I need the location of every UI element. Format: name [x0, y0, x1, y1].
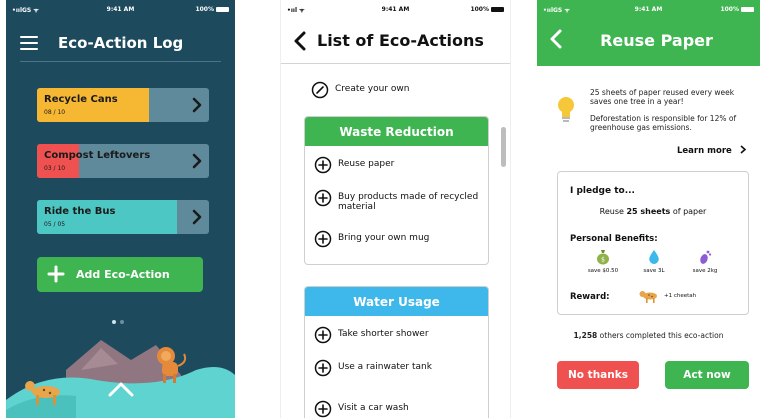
create-your-own-label: Create your own [335, 84, 410, 94]
landscape-illustration [6, 340, 235, 418]
add-circle-icon [314, 230, 332, 248]
eco-action-count: 08 / 10 [44, 109, 66, 116]
battery-icon [216, 7, 229, 12]
eco-action-item[interactable]: Bring your own mug [314, 230, 479, 248]
battery-indicator: 100% [470, 6, 504, 13]
learn-more-label: Learn more [677, 146, 732, 156]
completion-count: 1,258 others completed this eco-action [573, 331, 724, 340]
benefit-item: save 2kg [682, 249, 728, 274]
cheetah-icon [639, 291, 657, 303]
eco-action-item[interactable]: Take shorter shower [314, 326, 479, 344]
status-bar: •ııl ᯤ 9:41 AM 100% [281, 6, 510, 16]
create-your-own-item[interactable]: Create your own [311, 81, 409, 99]
add-circle-icon [314, 400, 332, 418]
fact-deforestation: Deforestation is responsible for 12% of … [590, 114, 737, 132]
svg-text:$: $ [601, 257, 605, 264]
eco-action-item[interactable]: Visit a car wash [314, 400, 479, 418]
page-title: List of Eco-Actions [317, 31, 484, 50]
add-eco-action-label: Add Eco-Action [76, 268, 170, 281]
footprint-icon [700, 250, 712, 264]
header-divider [281, 63, 510, 64]
add-circle-icon [314, 326, 332, 344]
eco-action-name: Recycle Cans [44, 94, 118, 105]
eco-actions-list-screen: •ııl ᯤ 9:41 AM 100% List of Eco-Actions … [280, 0, 511, 418]
battery-indicator: 100% [195, 6, 229, 13]
pencil-icon [311, 81, 329, 99]
eco-action-item[interactable]: Buy products made of recycled material [314, 189, 479, 212]
chevron-right-icon [192, 97, 202, 113]
page-title: Reuse Paper [600, 31, 713, 50]
add-circle-icon [314, 156, 332, 174]
benefits-heading: Personal Benefits: [570, 234, 658, 244]
no-thanks-button[interactable]: No thanks [557, 361, 639, 389]
benefit-label: save $0.50 [587, 268, 619, 274]
eco-action-log-screen: •ıılGS ᯤ 9:41 AM 100% Eco-Action Log Rec… [6, 0, 235, 418]
eco-action-card[interactable]: Recycle Cans 08 / 10 [37, 88, 209, 122]
chevron-right-icon [740, 145, 746, 154]
learn-more-link[interactable]: Learn more [677, 145, 747, 156]
eco-action-label: Take shorter shower [338, 329, 429, 339]
benefit-item: save 3L [631, 249, 677, 274]
plus-icon [47, 265, 65, 283]
lightbulb-icon [558, 97, 574, 122]
reuse-paper-detail-screen: •ıılGS ᯤ 9:41 AM 100% Reuse Paper 25 she… [537, 0, 760, 418]
page-indicator [112, 320, 124, 324]
pledge-text: Reuse 25 sheets of paper [599, 207, 707, 216]
category-header: Water Usage [305, 287, 488, 316]
reward-text: +1 cheetah [664, 293, 697, 299]
eco-action-name: Compost Leftovers [44, 150, 151, 161]
back-chevron-icon[interactable] [293, 30, 307, 52]
benefit-label: save 2kg [692, 268, 718, 274]
eco-action-label: Use a rainwater tank [338, 362, 432, 372]
log-header: Eco-Action Log [6, 30, 235, 56]
pledge-amount: 25 sheets [626, 207, 671, 216]
hamburger-menu-icon[interactable] [20, 36, 38, 50]
chevron-up-icon[interactable] [106, 380, 136, 398]
eco-action-item[interactable]: Reuse paper [314, 156, 479, 174]
eco-action-item[interactable]: Use a rainwater tank [314, 359, 479, 377]
add-eco-action-button[interactable]: Add Eco-Action [37, 257, 203, 292]
chevron-right-icon [192, 209, 202, 225]
add-circle-icon [314, 359, 332, 377]
battery-indicator: 100% [720, 6, 754, 13]
money-bag-icon: $ [597, 250, 609, 265]
battery-icon [741, 7, 754, 12]
page-title: Eco-Action Log [58, 34, 184, 52]
eco-action-label: Buy products made of recycled material [338, 192, 479, 212]
eco-action-count: 03 / 10 [44, 165, 66, 172]
benefit-label: save 3L [643, 268, 665, 274]
battery-icon [491, 7, 504, 12]
header-divider [20, 61, 221, 62]
others-count: 1,258 [573, 331, 598, 340]
category-section: Water Usage Take shorter shower Use a rain… [304, 286, 489, 418]
eco-action-label: Reuse paper [338, 159, 395, 169]
eco-action-label: Bring your own mug [338, 233, 430, 243]
status-bar: •ıılGS ᯤ 9:41 AM 100% [6, 6, 235, 16]
scrollbar[interactable] [501, 127, 506, 167]
status-bar: •ıılGS ᯤ 9:41 AM 100% [537, 6, 760, 16]
category-section: Waste Reduction Reuse paper Buy products m… [304, 116, 489, 265]
eco-action-card[interactable]: Compost Leftovers 03 / 10 [37, 144, 209, 178]
chevron-right-icon [192, 153, 202, 169]
pledge-card: I pledge to... Reuse 25 sheets of paper … [557, 171, 749, 315]
water-drop-icon [649, 250, 659, 264]
add-circle-icon [314, 189, 332, 207]
benefit-item: $ save $0.50 [580, 249, 626, 274]
reward-heading: Reward: [570, 292, 610, 302]
category-header: Waste Reduction [305, 117, 488, 146]
act-now-button[interactable]: Act now [665, 361, 749, 389]
eco-action-card[interactable]: Ride the Bus 05 / 05 [37, 200, 209, 234]
eco-action-name: Ride the Bus [44, 206, 116, 217]
fact-paper-reuse: 25 sheets of paper reused every week sav… [590, 88, 735, 106]
page-dot[interactable] [120, 320, 124, 324]
pledge-heading: I pledge to... [570, 186, 635, 196]
page-dot[interactable] [112, 320, 116, 324]
eco-action-count: 05 / 05 [44, 221, 66, 228]
eco-action-label: Visit a car wash [338, 403, 409, 413]
